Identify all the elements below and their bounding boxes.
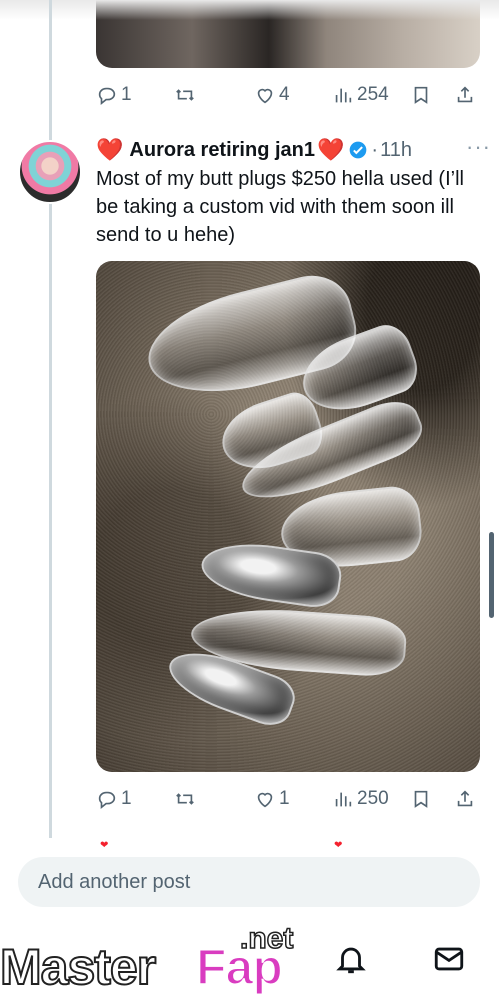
watermark-master: Master bbox=[0, 938, 157, 996]
post-actions: 1 1 250 bbox=[96, 784, 480, 814]
more-options-icon[interactable]: ··· bbox=[466, 134, 491, 160]
like-count: 4 bbox=[279, 84, 290, 105]
repost-button[interactable] bbox=[174, 788, 196, 810]
share-icon bbox=[457, 790, 473, 807]
watermark: Master Fap .net bbox=[0, 921, 310, 1000]
share-button[interactable] bbox=[454, 788, 476, 810]
bookmark-button[interactable] bbox=[410, 788, 432, 810]
share-button[interactable] bbox=[454, 84, 476, 106]
avatar[interactable] bbox=[18, 140, 82, 204]
repost-icon bbox=[176, 89, 194, 101]
heart-icon bbox=[257, 88, 273, 104]
reply-count: 1 bbox=[121, 788, 132, 809]
views-button[interactable]: 254 bbox=[332, 84, 389, 106]
name-prefix-emoji: ❤️ bbox=[96, 137, 124, 162]
name-suffix-emoji: ❤️ bbox=[317, 137, 345, 162]
separator: · bbox=[371, 138, 379, 161]
timestamp[interactable]: 11h bbox=[380, 139, 412, 162]
views-count: 250 bbox=[357, 788, 389, 809]
like-button[interactable]: 4 bbox=[254, 84, 290, 106]
reply-icon bbox=[98, 791, 116, 809]
reply-icon bbox=[98, 87, 116, 105]
bookmark-icon bbox=[414, 790, 428, 808]
watermark-net: .net bbox=[239, 921, 294, 956]
next-post-hint: ❤ bbox=[334, 840, 343, 851]
views-count: 254 bbox=[357, 84, 389, 105]
like-button[interactable]: 1 bbox=[254, 788, 290, 810]
reply-button[interactable]: 1 bbox=[96, 84, 132, 106]
like-count: 1 bbox=[279, 788, 290, 809]
post-text: Most of my butt plugs $250 hella used (I… bbox=[96, 168, 464, 246]
mail-icon[interactable] bbox=[432, 942, 466, 976]
heart-icon bbox=[257, 792, 273, 808]
top-fade bbox=[0, 0, 499, 20]
display-name[interactable]: Aurora retiring jan1 bbox=[129, 139, 315, 162]
post-media[interactable] bbox=[96, 261, 480, 772]
reply-button[interactable]: 1 bbox=[96, 788, 132, 810]
bookmark-icon bbox=[414, 86, 428, 104]
repost-icon bbox=[176, 793, 194, 805]
verified-badge-icon bbox=[350, 141, 367, 159]
reply-count: 1 bbox=[121, 84, 132, 105]
scrollbar[interactable] bbox=[489, 532, 494, 618]
views-button[interactable]: 250 bbox=[332, 788, 389, 810]
previous-post-actions: 1 4 254 bbox=[96, 80, 480, 110]
next-post-hint: ❤ bbox=[100, 840, 109, 851]
bell-icon[interactable] bbox=[334, 942, 368, 976]
views-icon bbox=[335, 792, 352, 807]
add-post-placeholder: Add another post bbox=[38, 871, 191, 893]
add-post-input[interactable]: Add another post bbox=[18, 857, 480, 907]
repost-button[interactable] bbox=[174, 84, 196, 106]
bookmark-button[interactable] bbox=[410, 84, 432, 106]
share-icon bbox=[457, 86, 473, 103]
post-header: ❤️ Aurora retiring jan1 ❤️ · 11h bbox=[96, 135, 486, 165]
thread-line bbox=[49, 0, 52, 838]
views-icon bbox=[335, 88, 352, 103]
